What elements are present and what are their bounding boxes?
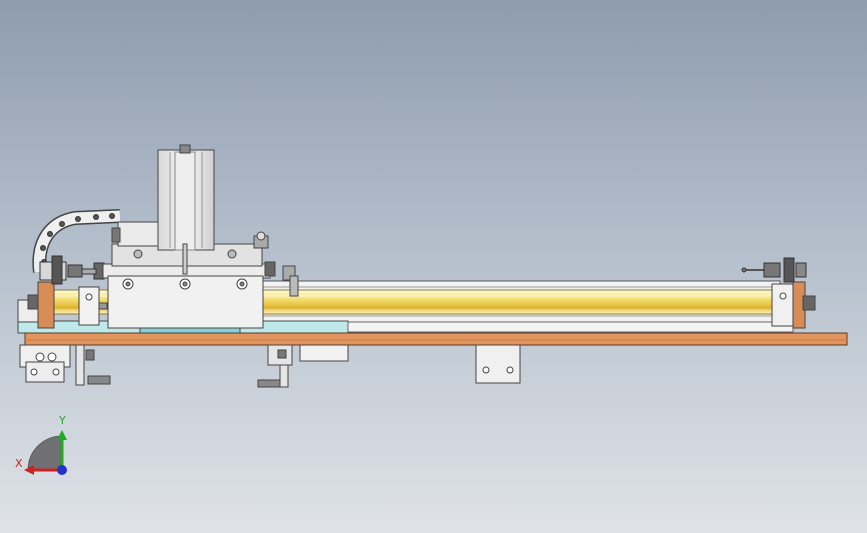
right-sensor [741,257,807,283]
cad-viewport[interactable]: Y X [0,0,867,533]
y-axis-label: Y [59,414,66,427]
x-axis-label: X [15,457,23,470]
coordinate-triad [24,430,67,475]
left-sensor [39,255,105,285]
mounting-brackets [19,344,521,388]
right-end-support [771,281,816,329]
linear-module-drawing [17,144,848,475]
